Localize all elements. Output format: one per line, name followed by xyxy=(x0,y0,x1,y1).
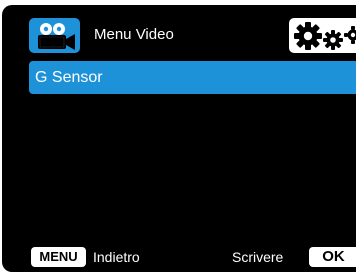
settings-tab[interactable] xyxy=(289,18,356,53)
camera-menu-screen: Menu Video G Sensor MENU Indietro Scrive… xyxy=(2,5,356,272)
footer-bar: MENU Indietro Scrivere OK xyxy=(2,247,356,269)
settings-gears-icon xyxy=(294,22,356,50)
menu-item-g-sensor[interactable]: G Sensor xyxy=(29,61,356,94)
menu-list: G Sensor xyxy=(29,61,356,94)
ok-key-button[interactable]: OK xyxy=(309,247,356,267)
page-title: Menu Video xyxy=(94,26,174,43)
menu-key-button[interactable]: MENU xyxy=(31,247,86,267)
menu-header: Menu Video xyxy=(2,5,356,61)
video-mode-tab[interactable] xyxy=(29,18,80,53)
menu-item-label: G Sensor xyxy=(35,69,103,86)
back-label: Indietro xyxy=(93,249,140,265)
video-camera-icon xyxy=(38,23,75,50)
write-label: Scrivere xyxy=(232,249,284,265)
